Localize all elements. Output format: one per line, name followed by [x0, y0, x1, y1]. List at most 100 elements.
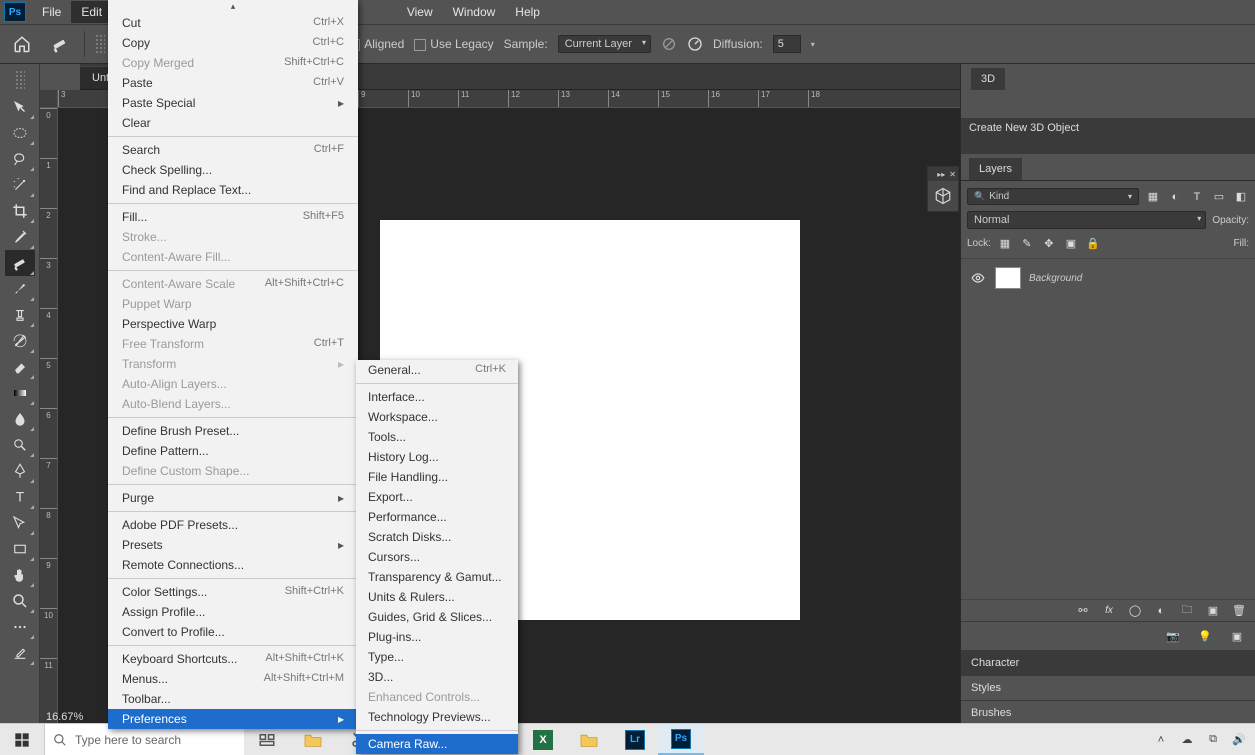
blur-tool[interactable]: [5, 406, 35, 432]
edit-paste-special[interactable]: Paste Special: [108, 93, 358, 113]
edit-keyboard-shortcuts[interactable]: Keyboard Shortcuts...Alt+Shift+Ctrl+K: [108, 649, 358, 669]
use-legacy-checkbox[interactable]: Use Legacy: [414, 37, 493, 51]
hand-tool[interactable]: [5, 562, 35, 588]
pref-scratch-disks[interactable]: Scratch Disks...: [356, 527, 518, 547]
diffusion-input[interactable]: 5: [773, 35, 801, 53]
pen-tool[interactable]: [5, 458, 35, 484]
lock-all-icon[interactable]: 🔒: [1085, 235, 1101, 251]
new-layer-icon[interactable]: ▣: [1205, 603, 1221, 619]
adjustment-icon[interactable]: ◐: [1153, 603, 1169, 619]
pref-workspace[interactable]: Workspace...: [356, 407, 518, 427]
home-icon[interactable]: [8, 30, 36, 58]
edit-find-and-replace-text[interactable]: Find and Replace Text...: [108, 180, 358, 200]
tab-3d[interactable]: 3D: [971, 68, 1005, 90]
lock-paint-icon[interactable]: ✎: [1019, 235, 1035, 251]
menu-window[interactable]: Window: [443, 1, 506, 23]
edit-remote-connections[interactable]: Remote Connections...: [108, 555, 358, 575]
pref-interface[interactable]: Interface...: [356, 387, 518, 407]
history-brush-tool[interactable]: [5, 328, 35, 354]
edit-clear[interactable]: Clear: [108, 113, 358, 133]
lock-transparency-icon[interactable]: ▦: [997, 235, 1013, 251]
pref-general[interactable]: General...Ctrl+K: [356, 360, 518, 380]
group-icon[interactable]: 🗀: [1179, 603, 1195, 619]
dropbox-icon[interactable]: ⧉: [1205, 732, 1221, 748]
edit-toolbar[interactable]: Toolbar...: [108, 689, 358, 709]
delete-icon[interactable]: 🗑: [1231, 603, 1247, 619]
wand-tool[interactable]: [5, 172, 35, 198]
lightroom-icon[interactable]: Lr: [612, 724, 658, 755]
menu-edit[interactable]: Edit: [71, 1, 112, 23]
healing-tool[interactable]: [5, 250, 35, 276]
pref-camera-raw[interactable]: Camera Raw...: [356, 734, 518, 754]
path-tool[interactable]: [5, 510, 35, 536]
edit-perspective-warp[interactable]: Perspective Warp: [108, 314, 358, 334]
diffusion-stepper[interactable]: ▾: [811, 40, 815, 49]
zoom-level[interactable]: 16.67%: [40, 711, 89, 723]
eyedropper-tool[interactable]: [5, 224, 35, 250]
pref-technology-previews[interactable]: Technology Previews...: [356, 707, 518, 727]
edit-check-spelling[interactable]: Check Spelling...: [108, 160, 358, 180]
render-icon[interactable]: ▣: [1229, 628, 1245, 644]
edit-cut[interactable]: CutCtrl+X: [108, 13, 358, 33]
edit-fill[interactable]: Fill...Shift+F5: [108, 207, 358, 227]
edit-search[interactable]: SearchCtrl+F: [108, 140, 358, 160]
light-icon[interactable]: 💡: [1197, 628, 1213, 644]
ignore-adjustment-icon[interactable]: [661, 36, 677, 52]
pressure-icon[interactable]: [687, 36, 703, 52]
edit-menus[interactable]: Menus...Alt+Shift+Ctrl+M: [108, 669, 358, 689]
sample-dropdown[interactable]: Current Layer: [558, 35, 651, 53]
menu-help[interactable]: Help: [505, 1, 550, 23]
photoshop-taskbar-icon[interactable]: Ps: [658, 724, 704, 755]
edit-copy[interactable]: CopyCtrl+C: [108, 33, 358, 53]
blend-mode-dropdown[interactable]: Normal: [967, 211, 1206, 229]
menu-file[interactable]: File: [32, 1, 71, 23]
lasso-tool[interactable]: [5, 146, 35, 172]
edit-toolbar[interactable]: [5, 640, 35, 666]
filter-pixel-icon[interactable]: ▦: [1145, 189, 1161, 205]
marquee-tool[interactable]: [5, 120, 35, 146]
3d-panel-icon[interactable]: [928, 181, 958, 211]
zoom-tool[interactable]: [5, 588, 35, 614]
pref-type[interactable]: Type...: [356, 647, 518, 667]
tray-chevron-icon[interactable]: ˄: [1153, 732, 1169, 748]
lock-move-icon[interactable]: ✥: [1041, 235, 1057, 251]
fx-icon[interactable]: fx: [1101, 603, 1117, 619]
type-tool[interactable]: T: [5, 484, 35, 510]
eraser-tool[interactable]: [5, 354, 35, 380]
edit-define-brush-preset[interactable]: Define Brush Preset...: [108, 421, 358, 441]
edit-convert-to-profile[interactable]: Convert to Profile...: [108, 622, 358, 642]
more-tool[interactable]: [5, 614, 35, 640]
pref-export[interactable]: Export...: [356, 487, 518, 507]
layer-filter-kind[interactable]: Kind▾: [967, 188, 1139, 205]
pref-units-rulers[interactable]: Units & Rulers...: [356, 587, 518, 607]
camera-3d-icon[interactable]: 📷: [1165, 628, 1181, 644]
pref-guides-grid-slices[interactable]: Guides, Grid & Slices...: [356, 607, 518, 627]
layer-row[interactable]: Background: [967, 263, 1249, 293]
edit-paste[interactable]: PasteCtrl+V: [108, 73, 358, 93]
tab-layers[interactable]: Layers: [969, 158, 1022, 180]
visibility-icon[interactable]: [969, 269, 987, 287]
pref-performance[interactable]: Performance...: [356, 507, 518, 527]
dodge-tool[interactable]: [5, 432, 35, 458]
expand-icon[interactable]: ▸▸: [937, 170, 945, 179]
tab-brushes[interactable]: Brushes: [961, 700, 1255, 725]
grip-icon[interactable]: [95, 34, 105, 54]
layer-thumbnail[interactable]: [995, 267, 1021, 289]
edit-presets[interactable]: Presets: [108, 535, 358, 555]
filter-type-icon[interactable]: T: [1189, 189, 1205, 205]
onedrive-icon[interactable]: ☁: [1179, 732, 1195, 748]
pref-cursors[interactable]: Cursors...: [356, 547, 518, 567]
edit-color-settings[interactable]: Color Settings...Shift+Ctrl+K: [108, 582, 358, 602]
current-tool-icon[interactable]: [46, 30, 74, 58]
pref-transparency-gamut[interactable]: Transparency & Gamut...: [356, 567, 518, 587]
pref-history-log[interactable]: History Log...: [356, 447, 518, 467]
tool-grip-icon[interactable]: [15, 70, 25, 90]
filter-smart-icon[interactable]: ◧: [1233, 189, 1249, 205]
pref-file-handling[interactable]: File Handling...: [356, 467, 518, 487]
gradient-tool[interactable]: [5, 380, 35, 406]
layer-name[interactable]: Background: [1029, 273, 1082, 284]
move-tool[interactable]: [5, 94, 35, 120]
crop-tool[interactable]: [5, 198, 35, 224]
edit-assign-profile[interactable]: Assign Profile...: [108, 602, 358, 622]
tab-styles[interactable]: Styles: [961, 675, 1255, 700]
